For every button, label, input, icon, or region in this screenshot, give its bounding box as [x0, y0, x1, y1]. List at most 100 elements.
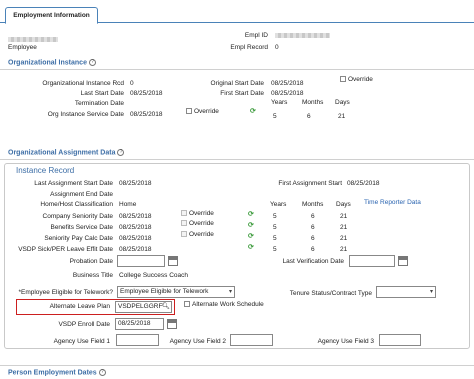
original-start-override[interactable]: Override	[340, 76, 373, 83]
override-checkbox[interactable]	[186, 108, 192, 115]
calendar-icon[interactable]	[168, 256, 178, 266]
seniority-pay-calc-value: 08/25/2018	[119, 235, 152, 242]
months-header: Months	[302, 201, 324, 208]
refresh-icon[interactable]: ⟳	[250, 107, 256, 115]
vsdp-enroll-date-input[interactable]: 08/25/2018	[115, 318, 164, 330]
calendar-icon[interactable]	[167, 319, 177, 329]
first-start-date-value: 08/25/2018	[271, 90, 304, 97]
home-host-label: Home/Host Classification	[40, 201, 113, 208]
original-start-date-value: 08/25/2018	[271, 80, 304, 87]
refresh-icon[interactable]: ⟳	[248, 221, 254, 229]
override-label: Override	[194, 108, 219, 115]
alternate-work-checkbox[interactable]	[184, 301, 190, 308]
business-title-label: Business Title	[72, 272, 113, 279]
empl-id-value-redacted	[275, 33, 330, 38]
agency-use-field-3-input[interactable]	[379, 334, 421, 346]
override-checkbox[interactable]	[340, 76, 346, 83]
refresh-icon[interactable]: ⟳	[248, 232, 254, 240]
alternate-leave-plan-label: Alternate Leave Plan	[49, 303, 110, 310]
last-start-date-label: Last Start Date	[80, 90, 124, 97]
override-label: Override	[189, 220, 214, 227]
agency-use-field-1-input[interactable]	[116, 334, 159, 346]
seniority-pay-calc-label: Seniority Pay Calc Date	[44, 235, 113, 242]
override-label: Override	[348, 76, 373, 83]
telework-select[interactable]: Employee Eligible for Telework ▾	[117, 286, 235, 298]
probation-date-label: Probation Date	[69, 258, 113, 265]
benefits-service-days: 21	[340, 224, 348, 231]
help-icon[interactable]: ?	[98, 369, 106, 376]
original-start-date-label: Original Start Date	[210, 80, 264, 87]
seniority-pay-calc-override[interactable]: Override	[181, 231, 214, 238]
company-seniority-months: 6	[311, 213, 315, 220]
org-instance-rcd-value: 0	[130, 80, 134, 87]
company-seniority-label: Company Seniority Date	[42, 213, 113, 220]
years-header: Years	[271, 99, 288, 106]
service-years: 5	[273, 113, 277, 120]
help-icon[interactable]: ?	[88, 59, 96, 66]
time-reporter-data-link[interactable]: Time Reporter Data	[364, 199, 421, 206]
vsdp-sick-per-months: 6	[311, 246, 315, 253]
org-instance-service-date-label: Org Instance Service Date	[47, 111, 124, 118]
benefits-service-value: 08/25/2018	[119, 224, 152, 231]
benefits-service-label: Benefits Service Date	[50, 224, 113, 231]
last-verification-label: Last Verification Date	[282, 258, 344, 265]
alternate-work-schedule[interactable]: Alternate Work Schedule	[184, 301, 264, 308]
chevron-down-icon: ▾	[228, 289, 232, 295]
override-label: Override	[189, 210, 214, 217]
person-employment-header: Person Employment Dates?	[0, 365, 474, 379]
telework-label: *Employee Eligible for Telework?	[18, 289, 113, 296]
search-icon[interactable]: 🔍︎	[162, 302, 170, 312]
benefits-service-years: 5	[273, 224, 277, 231]
tab-employment-information[interactable]: Employment Information	[5, 7, 98, 24]
alternate-work-label: Alternate Work Schedule	[192, 301, 264, 308]
vsdp-enroll-date-label: VSDP Enroll Date	[58, 321, 110, 328]
service-date-override[interactable]: Override	[186, 108, 219, 115]
alternate-leave-plan-input[interactable]: VSDPELGGRF 🔍︎	[115, 301, 172, 313]
chevron-down-icon: ▾	[429, 289, 433, 295]
vsdp-sick-per-years: 5	[273, 246, 277, 253]
seniority-pay-calc-years: 5	[273, 235, 277, 242]
empl-record-value: 0	[275, 44, 279, 51]
person-employment-title: Person Employment Dates	[8, 369, 97, 377]
calendar-icon[interactable]	[398, 256, 408, 266]
business-title-value: College Success Coach	[119, 272, 189, 279]
company-seniority-value: 08/25/2018	[119, 213, 152, 220]
override-checkbox[interactable]	[181, 231, 187, 238]
org-instance-service-date-value: 08/25/2018	[130, 111, 163, 118]
refresh-icon[interactable]: ⟳	[248, 243, 254, 251]
service-months: 6	[307, 113, 311, 120]
company-seniority-days: 21	[340, 213, 348, 220]
first-start-date-label: First Start Date	[220, 90, 264, 97]
service-days: 21	[338, 113, 346, 120]
company-seniority-years: 5	[273, 213, 277, 220]
telework-selected-value: Employee Eligible for Telework	[120, 288, 209, 295]
tenure-status-label: Tenure Status/Contract Type	[289, 290, 372, 297]
termination-date-label: Termination Date	[74, 100, 124, 107]
agency-use-field-2-input[interactable]	[230, 334, 273, 346]
vsdp-sick-per-days: 21	[340, 246, 348, 253]
agency-use-field-2-label: Agency Use Field 2	[169, 338, 226, 345]
benefits-service-override[interactable]: Override	[181, 220, 214, 227]
first-assignment-start-value: 08/25/2018	[347, 180, 380, 187]
override-label: Override	[189, 231, 214, 238]
agency-use-field-1-label: Agency Use Field 1	[53, 338, 110, 345]
org-instance-title: Organizational Instance	[8, 59, 87, 67]
vsdp-enroll-date-value: 08/25/2018	[118, 320, 151, 327]
seniority-pay-calc-months: 6	[311, 235, 315, 242]
override-checkbox[interactable]	[181, 220, 187, 227]
months-header: Months	[302, 99, 324, 106]
last-assignment-start-value: 08/25/2018	[119, 180, 152, 187]
override-checkbox[interactable]	[181, 210, 187, 217]
days-header: Days	[336, 201, 351, 208]
seniority-pay-calc-days: 21	[340, 235, 348, 242]
agency-use-field-3-label: Agency Use Field 3	[317, 338, 374, 345]
last-start-date-value: 08/25/2018	[130, 90, 163, 97]
last-verification-input[interactable]	[349, 255, 395, 267]
alternate-leave-plan-value: VSDPELGGRF	[118, 303, 163, 310]
company-seniority-override[interactable]: Override	[181, 210, 214, 217]
employee-role: Employee	[8, 44, 37, 51]
probation-date-input[interactable]	[117, 255, 165, 267]
refresh-icon[interactable]: ⟳	[248, 210, 254, 218]
help-icon[interactable]: ?	[117, 149, 125, 156]
tenure-status-select[interactable]: ▾	[376, 286, 436, 298]
